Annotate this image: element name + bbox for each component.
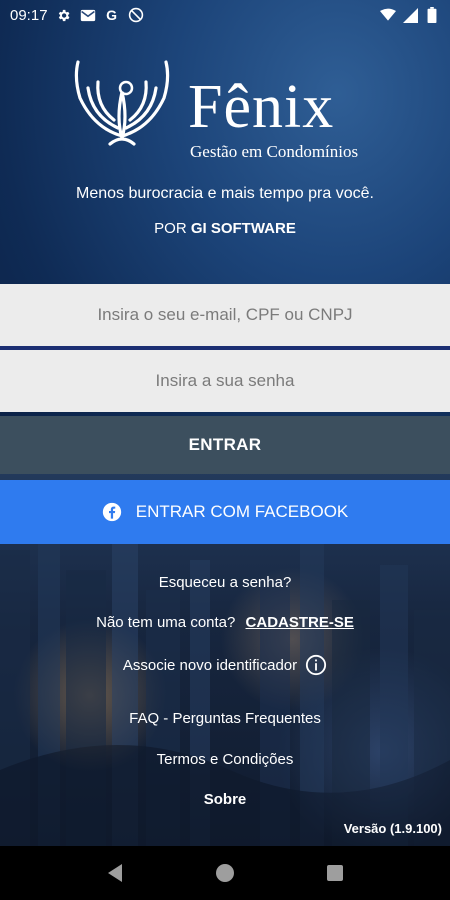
wifi-icon [380, 7, 396, 23]
email-field-container [0, 283, 450, 347]
gear-icon [56, 7, 72, 23]
system-nav-bar [0, 846, 450, 900]
back-icon[interactable] [103, 861, 127, 885]
terms-link[interactable]: Termos e Condições [0, 751, 450, 768]
brand-name: Fênix [188, 73, 335, 141]
battery-icon [424, 7, 440, 23]
byline-company: GI SOFTWARE [190, 220, 296, 237]
password-field[interactable] [0, 349, 450, 413]
gmail-icon [80, 7, 96, 23]
home-icon[interactable] [213, 861, 237, 885]
status-time: 09:17 [10, 6, 48, 24]
status-bar: 09:17 G [0, 0, 450, 30]
app-version: Versão (1.9.100) [343, 821, 442, 836]
brand-subtitle: Gestão em Condomínios [190, 142, 359, 161]
facebook-icon [102, 502, 121, 522]
status-left: 09:17 G [10, 7, 144, 24]
google-icon: G [106, 7, 117, 23]
forgot-password-link[interactable]: Esqueceu a senha? [0, 574, 450, 591]
do-not-disturb-icon [128, 7, 144, 23]
associate-identifier-row: Associe novo identificador [0, 654, 450, 676]
byline: POR GI SOFTWARE [0, 220, 450, 237]
facebook-login-label: ENTRAR COM FACEBOOK [135, 502, 349, 521]
recents-icon[interactable] [323, 861, 347, 885]
signal-icon [402, 7, 418, 23]
enter-button[interactable]: ENTRAR [0, 416, 450, 474]
phoenix-logo-icon [74, 60, 170, 146]
info-icon[interactable] [305, 654, 327, 676]
email-field[interactable] [0, 283, 450, 347]
tagline: Menos burocracia e mais tempo pra você. [76, 185, 374, 202]
no-account-text: Não tem uma conta? [96, 614, 236, 631]
password-field-container [0, 349, 450, 413]
status-right [380, 7, 440, 23]
facebook-login-button[interactable]: ENTRAR COM FACEBOOK [0, 480, 450, 544]
about-link[interactable]: Sobre [0, 791, 450, 808]
signup-link[interactable]: CADASTRE-SE [246, 614, 354, 631]
byline-prefix: POR [154, 220, 187, 237]
signup-row: Não tem uma conta? CADASTRE-SE [0, 614, 450, 631]
faq-link[interactable]: FAQ - Perguntas Frequentes [0, 710, 450, 727]
associate-identifier-link[interactable]: Associe novo identificador [123, 657, 297, 674]
app-logo: Fênix Gestão em Condomínios [66, 58, 386, 162]
